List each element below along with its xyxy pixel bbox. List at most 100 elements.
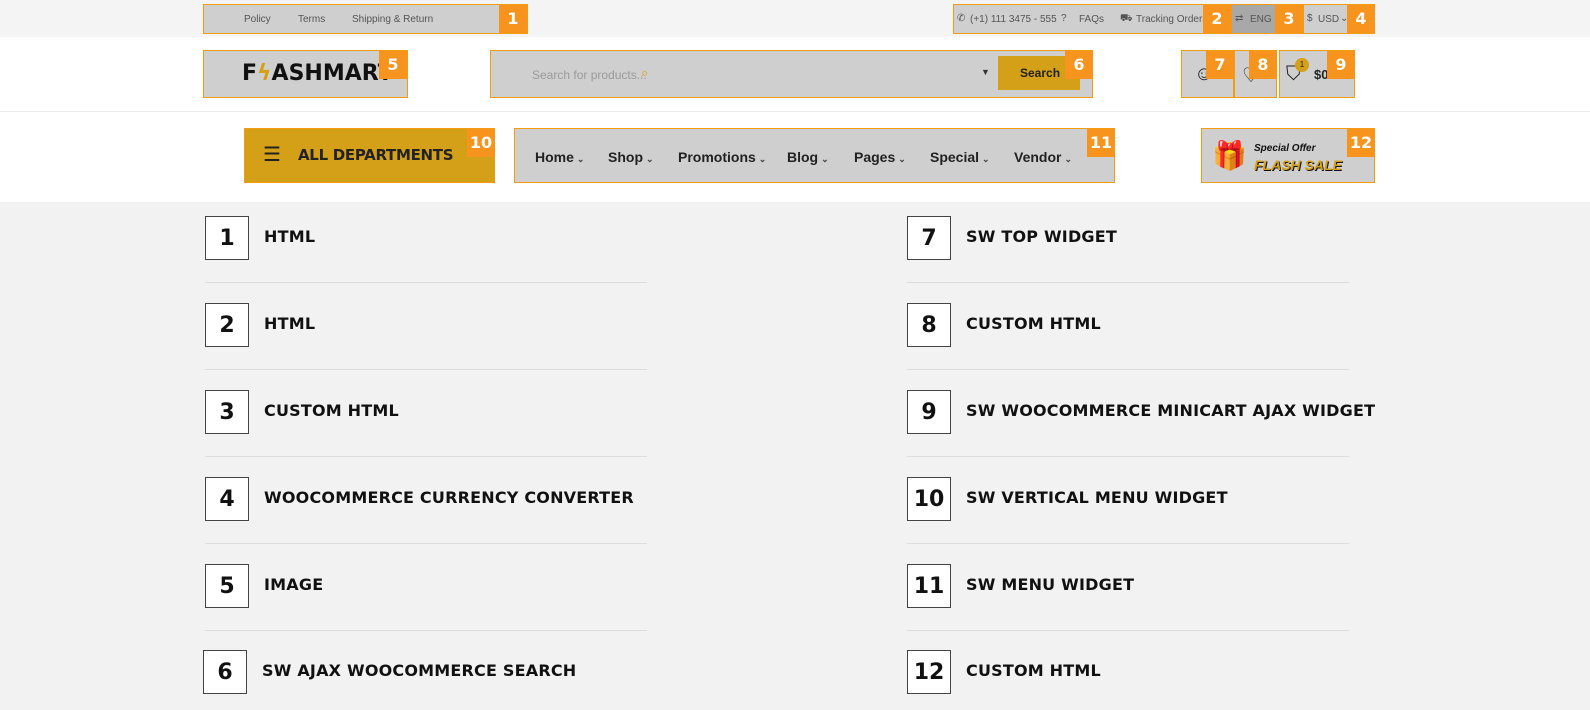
tracking-icon: ⛟ bbox=[1120, 13, 1133, 24]
divider bbox=[907, 630, 1349, 631]
phone-icon: ✆ bbox=[957, 13, 966, 24]
menu-item-vendor[interactable]: Vendor ⌄ bbox=[1014, 149, 1072, 165]
legend-label: SW AJAX WOOCOMMERCE SEARCH bbox=[262, 661, 577, 680]
zone-currency: $ USD ⌄ 4 bbox=[1303, 4, 1375, 34]
badge-8: 8 bbox=[1249, 51, 1277, 79]
zone-search: ⌕ ▼ Search 6 bbox=[490, 50, 1093, 98]
promo-line-1: Special Offer bbox=[1254, 143, 1316, 154]
menu-item-promotions[interactable]: Promotions ⌄ bbox=[678, 149, 766, 165]
menu-item-label: Pages bbox=[854, 149, 896, 165]
menu-item-shop[interactable]: Shop ⌄ bbox=[608, 149, 654, 165]
legend-label: SW TOP WIDGET bbox=[966, 227, 1118, 246]
badge-5: 5 bbox=[379, 51, 407, 79]
legend-number: 11 bbox=[907, 564, 951, 608]
cart-count: 1 bbox=[1295, 58, 1309, 72]
policy-link[interactable]: Policy bbox=[244, 14, 271, 25]
currency-icon: $ bbox=[1307, 13, 1313, 24]
badge-12: 12 bbox=[1347, 129, 1375, 157]
currency-select[interactable]: USD bbox=[1318, 14, 1339, 25]
legend-label: CUSTOM HTML bbox=[264, 401, 399, 420]
divider bbox=[205, 369, 647, 370]
chevron-down-icon: ⌄ bbox=[982, 154, 990, 164]
zone-language: ⇄ ENG 3 bbox=[1231, 4, 1303, 34]
menu-item-blog[interactable]: Blog ⌄ bbox=[787, 149, 829, 165]
gift-icon: 🎁 bbox=[1212, 140, 1247, 171]
all-departments-button[interactable]: ALL DEPARTMENTS bbox=[298, 146, 454, 164]
menu-item-label: Home bbox=[535, 149, 574, 165]
menu-lines-icon: ☰ bbox=[263, 144, 281, 166]
legend-number: 10 bbox=[907, 477, 951, 521]
legend-label: SW MENU WIDGET bbox=[966, 575, 1135, 594]
zone-minicart: ⛉ 1 $0 9 bbox=[1279, 50, 1355, 98]
search-input[interactable] bbox=[496, 56, 991, 94]
terms-link[interactable]: Terms bbox=[298, 14, 325, 25]
legend-label: SW WOOCOMMERCE MINICART AJAX WIDGET bbox=[966, 401, 1376, 420]
badge-9: 9 bbox=[1327, 51, 1355, 79]
menu-item-pages[interactable]: Pages ⌄ bbox=[854, 149, 906, 165]
badge-7: 7 bbox=[1206, 51, 1234, 79]
divider bbox=[907, 282, 1349, 283]
promo-line-2[interactable]: FLASH SALE bbox=[1254, 157, 1342, 173]
tracking-orders-link[interactable]: Tracking Orders bbox=[1136, 14, 1207, 25]
legend-label: HTML bbox=[264, 227, 316, 246]
phone-number[interactable]: (+1) 111 3475 - 555 bbox=[970, 14, 1057, 25]
search-icon: ⌕ bbox=[641, 65, 649, 80]
badge-4: 4 bbox=[1347, 5, 1375, 33]
divider bbox=[205, 456, 647, 457]
menu-item-label: Promotions bbox=[678, 149, 756, 165]
legend-number: 2 bbox=[205, 303, 249, 347]
legend-label: WOOCOMMERCE CURRENCY CONVERTER bbox=[264, 488, 634, 507]
shipping-return-link[interactable]: Shipping & Return bbox=[352, 14, 433, 25]
zone-promo-banner: 🎁 Special Offer FLASH SALE 12 bbox=[1201, 128, 1375, 183]
language-icon: ⇄ bbox=[1235, 13, 1244, 24]
divider bbox=[205, 282, 647, 283]
menu-item-label: Blog bbox=[787, 149, 819, 165]
legend-number: 8 bbox=[907, 303, 951, 347]
legend-label: CUSTOM HTML bbox=[966, 661, 1101, 680]
zone-vertical-menu: ☰ ALL DEPARTMENTS 10 bbox=[244, 128, 495, 183]
legend-label: HTML bbox=[264, 314, 316, 333]
divider bbox=[907, 456, 1349, 457]
nav-bar: ☰ ALL DEPARTMENTS 10 Home ⌄ Shop ⌄ Promoti… bbox=[0, 112, 1590, 202]
legend-number: 6 bbox=[203, 650, 247, 694]
legend-number: 9 bbox=[907, 390, 951, 434]
divider bbox=[907, 543, 1349, 544]
menu-item-special[interactable]: Special ⌄ bbox=[930, 149, 990, 165]
category-dropdown-icon[interactable]: ▼ bbox=[981, 67, 990, 77]
legend-number: 3 bbox=[205, 390, 249, 434]
legend-label: CUSTOM HTML bbox=[966, 314, 1101, 333]
menu-item-label: Vendor bbox=[1014, 149, 1062, 165]
logo[interactable]: FϟASHMART bbox=[242, 61, 393, 86]
faqs-link[interactable]: FAQs bbox=[1079, 14, 1104, 25]
chevron-down-icon: ⌄ bbox=[1064, 154, 1073, 164]
legend-number: 7 bbox=[907, 216, 951, 260]
top-bar: Policy Terms Shipping & Return 1 ✆ (+1) … bbox=[0, 0, 1590, 37]
legend-label: SW VERTICAL MENU WIDGET bbox=[966, 488, 1228, 507]
chevron-down-icon: ⌄ bbox=[898, 154, 906, 164]
lightning-icon: ϟ bbox=[257, 61, 272, 86]
header: FϟASHMART 5 ⌕ ▼ Search 6 ☺ 7 ♡ 8 ⛉ 1 $0 … bbox=[0, 37, 1590, 112]
legend-number: 1 bbox=[205, 216, 249, 260]
badge-11: 11 bbox=[1087, 129, 1115, 157]
chevron-down-icon: ⌄ bbox=[758, 154, 767, 164]
chevron-down-icon: ⌄ bbox=[576, 154, 585, 164]
menu-item-label: Special bbox=[930, 149, 980, 165]
zone-wishlist: ♡ 8 bbox=[1234, 50, 1277, 98]
divider bbox=[205, 543, 647, 544]
badge-6: 6 bbox=[1065, 51, 1093, 79]
logo-letter: F bbox=[242, 61, 258, 86]
divider bbox=[205, 630, 647, 631]
menu-item-home[interactable]: Home ⌄ bbox=[535, 149, 584, 165]
chevron-down-icon: ⌄ bbox=[646, 154, 654, 164]
legend-number: 4 bbox=[205, 477, 249, 521]
zone-main-menu: Home ⌄ Shop ⌄ Promotions ⌄ Blog ⌄ Pages ⌄ Spe… bbox=[514, 128, 1115, 183]
logo-text: ASHMART bbox=[271, 61, 393, 86]
badge-10: 10 bbox=[467, 129, 495, 157]
legend-number: 5 bbox=[205, 564, 249, 608]
zone-top-links: Policy Terms Shipping & Return 1 bbox=[203, 4, 528, 34]
badge-2: 2 bbox=[1203, 5, 1231, 33]
zone-logo: FϟASHMART 5 bbox=[203, 50, 408, 98]
language-select[interactable]: ENG bbox=[1250, 14, 1272, 25]
menu-item-label: Shop bbox=[608, 149, 643, 165]
legend-label: IMAGE bbox=[264, 575, 324, 594]
